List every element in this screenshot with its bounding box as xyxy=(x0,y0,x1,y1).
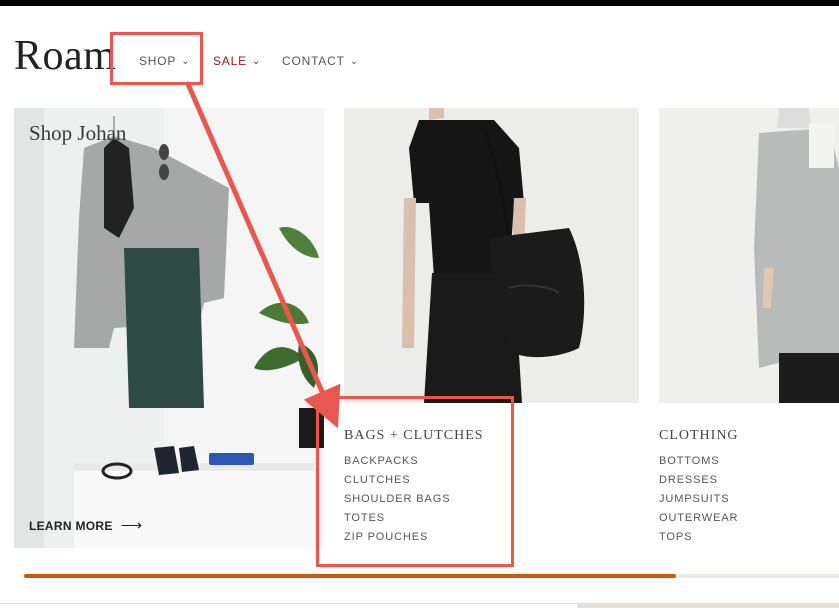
feature-title: Shop Johan xyxy=(29,121,127,145)
highlight-box-menu xyxy=(316,396,514,567)
learn-more-link[interactable]: LEARN MORE ⟶ xyxy=(29,516,142,534)
next-section-thumbnail xyxy=(577,604,839,608)
carousel-progress[interactable] xyxy=(24,574,839,578)
nav-sale-label: SALE xyxy=(213,54,247,68)
bags-clutches-image[interactable] xyxy=(344,108,639,403)
learn-more-label: LEARN MORE xyxy=(29,519,113,533)
nav-sale[interactable]: SALE ⌄ xyxy=(213,54,261,68)
menu-item-bottoms[interactable]: BOTTOMS xyxy=(659,455,738,474)
feature-image xyxy=(14,108,324,548)
menu-item-outerwear[interactable]: OUTERWEAR xyxy=(659,512,738,531)
carousel-progress-fill xyxy=(24,574,676,578)
arrow-right-icon: ⟶ xyxy=(120,517,143,534)
chevron-down-icon: ⌄ xyxy=(251,56,262,67)
nav-contact[interactable]: CONTACT ⌄ xyxy=(282,54,359,68)
feature-panel[interactable]: Shop Johan LEARN MORE ⟶ xyxy=(14,108,324,548)
chevron-down-icon: ⌄ xyxy=(349,56,359,67)
site-logo[interactable]: Roam xyxy=(14,32,116,80)
menu-item-tops[interactable]: TOPS xyxy=(659,531,738,550)
menu-item-jumpsuits[interactable]: JUMPSUITS xyxy=(659,493,738,512)
category-clothing[interactable]: CLOTHING xyxy=(659,428,739,444)
clothing-list: BOTTOMS DRESSES JUMPSUITS OUTERWEAR TOPS xyxy=(659,455,738,550)
top-bar xyxy=(0,0,839,6)
clothing-photo xyxy=(659,108,839,403)
menu-item-dresses[interactable]: DRESSES xyxy=(659,474,738,493)
bags-image xyxy=(344,108,639,403)
nav-contact-label: CONTACT xyxy=(282,54,345,68)
clothing-image[interactable] xyxy=(659,108,839,403)
highlight-box-shop xyxy=(110,32,203,85)
